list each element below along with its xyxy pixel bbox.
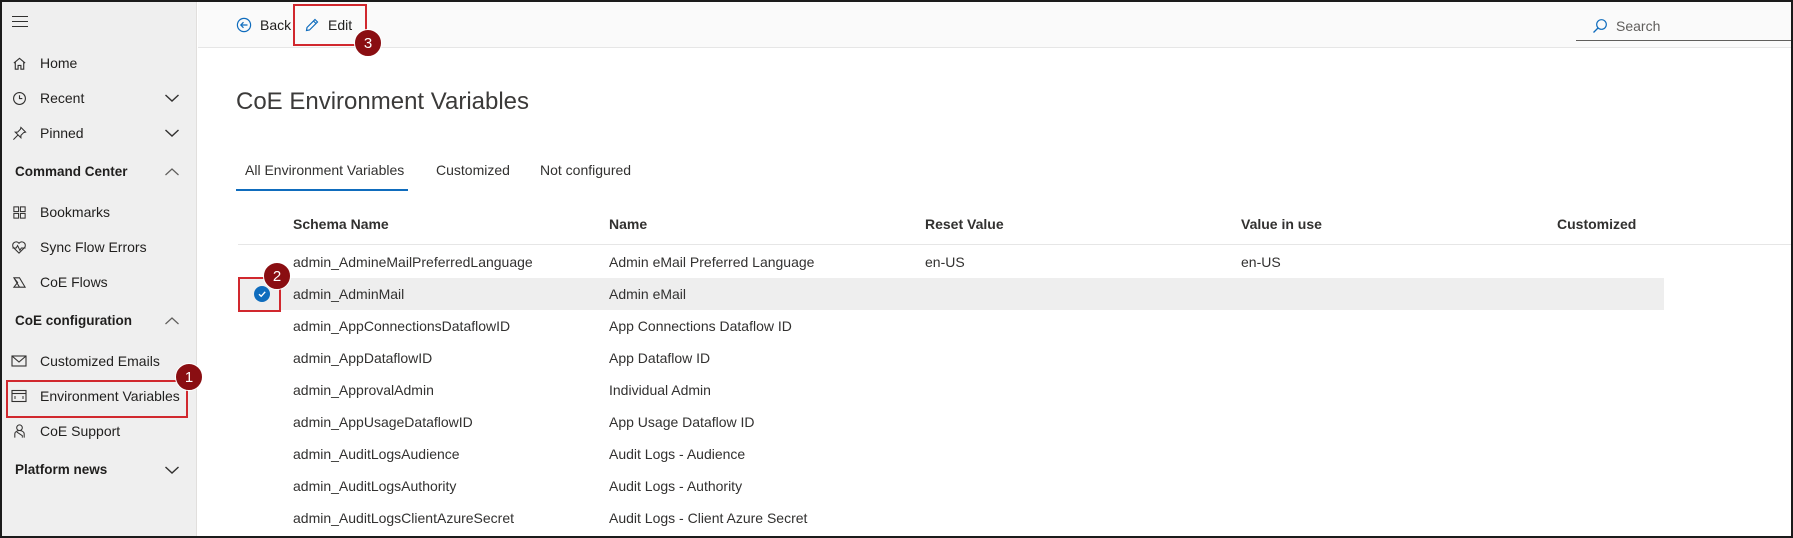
active-tab-indicator [236,189,408,191]
table-row[interactable]: admin_ApprovalAdmin Individual Admin [238,374,1664,406]
sidebar-item-label: Bookmarks [40,204,111,220]
sidebar-item-sync-flow-errors[interactable]: Sync Flow Errors [2,230,197,264]
chevron-up-icon[interactable] [164,313,180,329]
table-row[interactable]: admin_AuditLogsAuthority Audit Logs - Au… [238,470,1664,502]
cell-schema-name: admin_AuditLogsClientAzureSecret [293,510,515,526]
cell-schema-name: admin_AdminMail [293,286,405,302]
sidebar-item-label: CoE Support [40,423,121,439]
cell-name: App Connections Dataflow ID [609,318,792,334]
section-title-command-center: Command Center [15,164,128,179]
cell-schema-name: admin_AuditLogsAudience [293,446,460,462]
cell-name: Admin eMail [609,286,687,302]
cell-name: Audit Logs - Audience [609,446,746,462]
pin-icon [11,125,27,141]
sidebar-item-coe-flows[interactable]: CoE Flows [2,265,197,299]
hamburger-menu-icon[interactable] [12,16,28,28]
bookmark-icon [11,204,27,220]
sidebar-item-label: Home [40,55,78,71]
sidebar-item-label: Customized Emails [40,353,160,369]
sidebar-item-bookmarks[interactable]: Bookmarks [2,195,197,229]
cell-name: Audit Logs - Authority [609,478,743,494]
table-row[interactable]: admin_AppUsageDataflowID App Usage Dataf… [238,406,1664,438]
sidebar: Home Recent Pinned Command Center Bookma… [2,2,197,536]
sidebar-item-pinned[interactable]: Pinned [2,116,197,150]
chevron-down-icon[interactable] [164,462,180,478]
sidebar-item-recent[interactable]: Recent [2,81,197,115]
cell-name: Admin eMail Preferred Language [609,254,815,270]
table-row-selected[interactable]: admin_AdminMail Admin eMail [238,278,1664,310]
sidebar-item-label: CoE Flows [40,274,108,290]
table-row[interactable]: admin_AuditLogsClientAzureSecret Audit L… [238,502,1664,534]
home-icon [11,55,27,71]
table-row[interactable]: admin_AppDataflowID App Dataflow ID [238,342,1664,374]
cell-name: App Dataflow ID [609,350,711,366]
cell-schema-name: admin_AppDataflowID [293,350,433,366]
table-row[interactable]: admin_AppConnectionsDataflowID App Conne… [238,310,1664,342]
column-header-name[interactable]: Name [609,216,647,232]
sidebar-item-coe-support[interactable]: CoE Support [2,414,197,448]
cell-name: App Usage Dataflow ID [609,414,755,430]
section-title-platform-news: Platform news [15,462,108,477]
sidebar-item-customized-emails[interactable]: Customized Emails [2,344,197,378]
sidebar-item-home[interactable]: Home [2,46,197,80]
step-badge-1: 1 [175,363,203,391]
cell-schema-name: admin_AppUsageDataflowID [293,414,473,430]
command-bar: Back Edit Search [198,2,1791,48]
column-header-value-in-use[interactable]: Value in use [1241,216,1322,232]
highlight-box-environment-variables [6,380,188,418]
sidebar-item-label: Recent [40,90,85,106]
flow-icon [11,274,27,290]
cell-schema-name: admin_AppConnectionsDataflowID [293,318,511,334]
cell-value-in-use: en-US [1241,254,1281,270]
chevron-down-icon[interactable] [164,125,180,141]
cell-reset-value: en-US [925,254,965,270]
cell-name: Individual Admin [609,382,711,398]
column-header-customized[interactable]: Customized [1557,216,1636,232]
cell-schema-name: admin_AdmineMailPreferredLanguage [293,254,533,270]
page-title: CoE Environment Variables [236,88,530,115]
chevron-down-icon[interactable] [164,90,180,106]
cell-schema-name: admin_ApprovalAdmin [293,382,434,398]
sidebar-item-label: Pinned [40,125,84,141]
back-arrow-icon [236,17,252,33]
clock-icon [11,90,27,106]
search-placeholder: Search [1616,17,1661,34]
tab-customized[interactable]: Customized [436,162,510,178]
mail-icon [11,353,27,369]
header-divider [238,244,1791,245]
back-label: Back [260,17,292,33]
tab-not-configured[interactable]: Not configured [540,162,631,178]
cell-name: Audit Logs - Client Azure Secret [609,510,808,526]
back-button[interactable]: Back [236,2,291,48]
heartbeat-icon [11,239,27,255]
search-icon [1592,18,1608,34]
step-badge-3: 3 [354,29,382,57]
column-header-reset-value[interactable]: Reset Value [925,216,1004,232]
step-badge-2: 2 [263,262,291,290]
app-window: Home Recent Pinned Command Center Bookma… [0,0,1793,538]
section-title-coe-configuration: CoE configuration [15,313,132,328]
support-icon [11,423,27,439]
sidebar-item-label: Sync Flow Errors [40,239,147,255]
chevron-up-icon[interactable] [164,164,180,180]
table-row[interactable]: admin_AuditLogsAudience Audit Logs - Aud… [238,438,1664,470]
column-header-schema-name[interactable]: Schema Name [293,216,389,232]
tab-all-environment-variables[interactable]: All Environment Variables [245,162,404,178]
cell-schema-name: admin_AuditLogsAuthority [293,478,457,494]
search-input[interactable]: Search [1576,11,1791,41]
table-row[interactable]: admin_AdmineMailPreferredLanguage Admin … [238,246,1664,278]
